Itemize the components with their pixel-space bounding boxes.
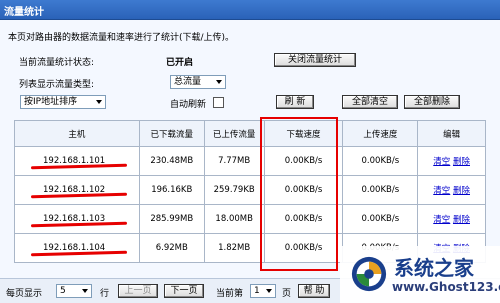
refresh-button[interactable]: 刷 新 — [276, 95, 314, 109]
page-select[interactable]: 1 — [250, 284, 276, 298]
chevron-down-icon — [82, 289, 88, 293]
next-page-button[interactable]: 下一页 — [164, 284, 204, 298]
header-uploaded: 已上传流量 — [203, 120, 265, 147]
sort-value: 按IP地址排序 — [24, 97, 78, 107]
rows-unit: 行 — [100, 289, 110, 299]
download-speed-cell: 0.00KB/s — [263, 204, 344, 234]
header-download-speed: 下载速度 — [263, 120, 344, 147]
page-value: 1 — [254, 286, 260, 296]
help-button[interactable]: 帮 助 — [298, 284, 330, 298]
sort-select[interactable]: 按IP地址排序 — [20, 95, 106, 109]
header-upload-speed: 上传速度 — [342, 120, 419, 147]
downloaded-cell: 285.99MB — [138, 204, 205, 234]
host-cell: 192.168.1.104 — [14, 233, 140, 263]
host-cell: 192.168.1.101 — [14, 146, 140, 176]
traffic-stats-page: 流量统计 本页对路由器的数据流量和速率进行了统计(下载/上传)。 当前流量统计状… — [0, 0, 500, 303]
watermark-title: 系统之家 — [394, 256, 474, 280]
delete-all-button[interactable]: 全部删除 — [404, 95, 460, 109]
downloaded-cell: 230.48MB — [138, 146, 205, 176]
header-edit: 编辑 — [417, 120, 486, 147]
table-header-row: 主机 已下载流量 已上传流量 下载速度 上传速度 编辑 — [14, 120, 486, 147]
chevron-down-icon — [96, 100, 102, 104]
status-label: 当前流量统计状态: — [19, 58, 95, 68]
edit-cell: 清空 删除 — [417, 146, 486, 176]
download-speed-cell: 0.00KB/s — [263, 233, 344, 263]
title-bar: 流量统计 — [0, 0, 500, 20]
current-page-label: 当前第 — [216, 289, 244, 299]
toggle-stats-button[interactable]: 关闭流量统计 — [274, 53, 356, 67]
host-cell: 192.168.1.103 — [14, 204, 140, 234]
uploaded-cell: 1.82MB — [203, 233, 265, 263]
clear-all-button[interactable]: 全部清空 — [342, 95, 398, 109]
clear-link[interactable]: 清空 — [433, 186, 450, 196]
traffic-type-select[interactable]: 总流量 — [170, 75, 226, 89]
downloaded-cell: 196.16KB — [138, 175, 205, 205]
delete-link[interactable]: 删除 — [453, 186, 470, 196]
table-row: 192.168.1.101 230.48MB 7.77MB 0.00KB/s 0… — [14, 146, 486, 176]
uploaded-cell: 259.79KB — [203, 175, 265, 205]
watermark-url: www.Ghost123.com — [392, 280, 500, 294]
host-cell: 192.168.1.102 — [14, 175, 140, 205]
site-watermark: 系统之家 www.Ghost123.com — [340, 246, 500, 303]
display-type-label: 列表显示流量类型: — [19, 80, 95, 90]
per-page-select[interactable]: 5 — [56, 284, 92, 298]
downloaded-cell: 6.92MB — [138, 233, 205, 263]
delete-link[interactable]: 删除 — [453, 215, 470, 225]
status-value: 已开启 — [166, 58, 194, 68]
clear-link[interactable]: 清空 — [433, 157, 450, 167]
header-downloaded: 已下载流量 — [138, 120, 205, 147]
upload-speed-cell: 0.00KB/s — [342, 146, 419, 176]
page-unit: 页 — [282, 289, 292, 299]
traffic-type-value: 总流量 — [174, 77, 202, 87]
edit-cell: 清空 删除 — [417, 204, 486, 234]
edit-cell: 清空 删除 — [417, 175, 486, 205]
site-logo-icon — [351, 256, 387, 292]
delete-link[interactable]: 删除 — [453, 157, 470, 167]
traffic-table: 主机 已下载流量 已上传流量 下载速度 上传速度 编辑 192.168.1.10… — [14, 120, 486, 263]
table-row: 192.168.1.103 285.99MB 18.00MB 0.00KB/s … — [14, 204, 486, 234]
download-speed-cell: 0.00KB/s — [263, 146, 344, 176]
download-speed-cell: 0.00KB/s — [263, 175, 344, 205]
uploaded-cell: 7.77MB — [203, 146, 265, 176]
upload-speed-cell: 0.00KB/s — [342, 175, 419, 205]
per-page-label: 每页显示 — [6, 289, 43, 299]
header-host: 主机 — [14, 120, 140, 147]
chevron-down-icon — [216, 80, 222, 84]
prev-page-button[interactable]: 上一页 — [118, 284, 158, 298]
upload-speed-cell: 0.00KB/s — [342, 204, 419, 234]
window-title: 流量统计 — [4, 7, 44, 18]
auto-refresh-label: 自动刷新 — [170, 100, 207, 110]
chevron-down-icon — [266, 289, 272, 293]
table-row: 192.168.1.102 196.16KB 259.79KB 0.00KB/s… — [14, 175, 486, 205]
uploaded-cell: 18.00MB — [203, 204, 265, 234]
clear-link[interactable]: 清空 — [433, 215, 450, 225]
page-description: 本页对路由器的数据流量和速率进行了统计(下载/上传)。 — [8, 33, 235, 43]
per-page-value: 5 — [60, 286, 66, 296]
auto-refresh-checkbox[interactable] — [213, 97, 224, 108]
